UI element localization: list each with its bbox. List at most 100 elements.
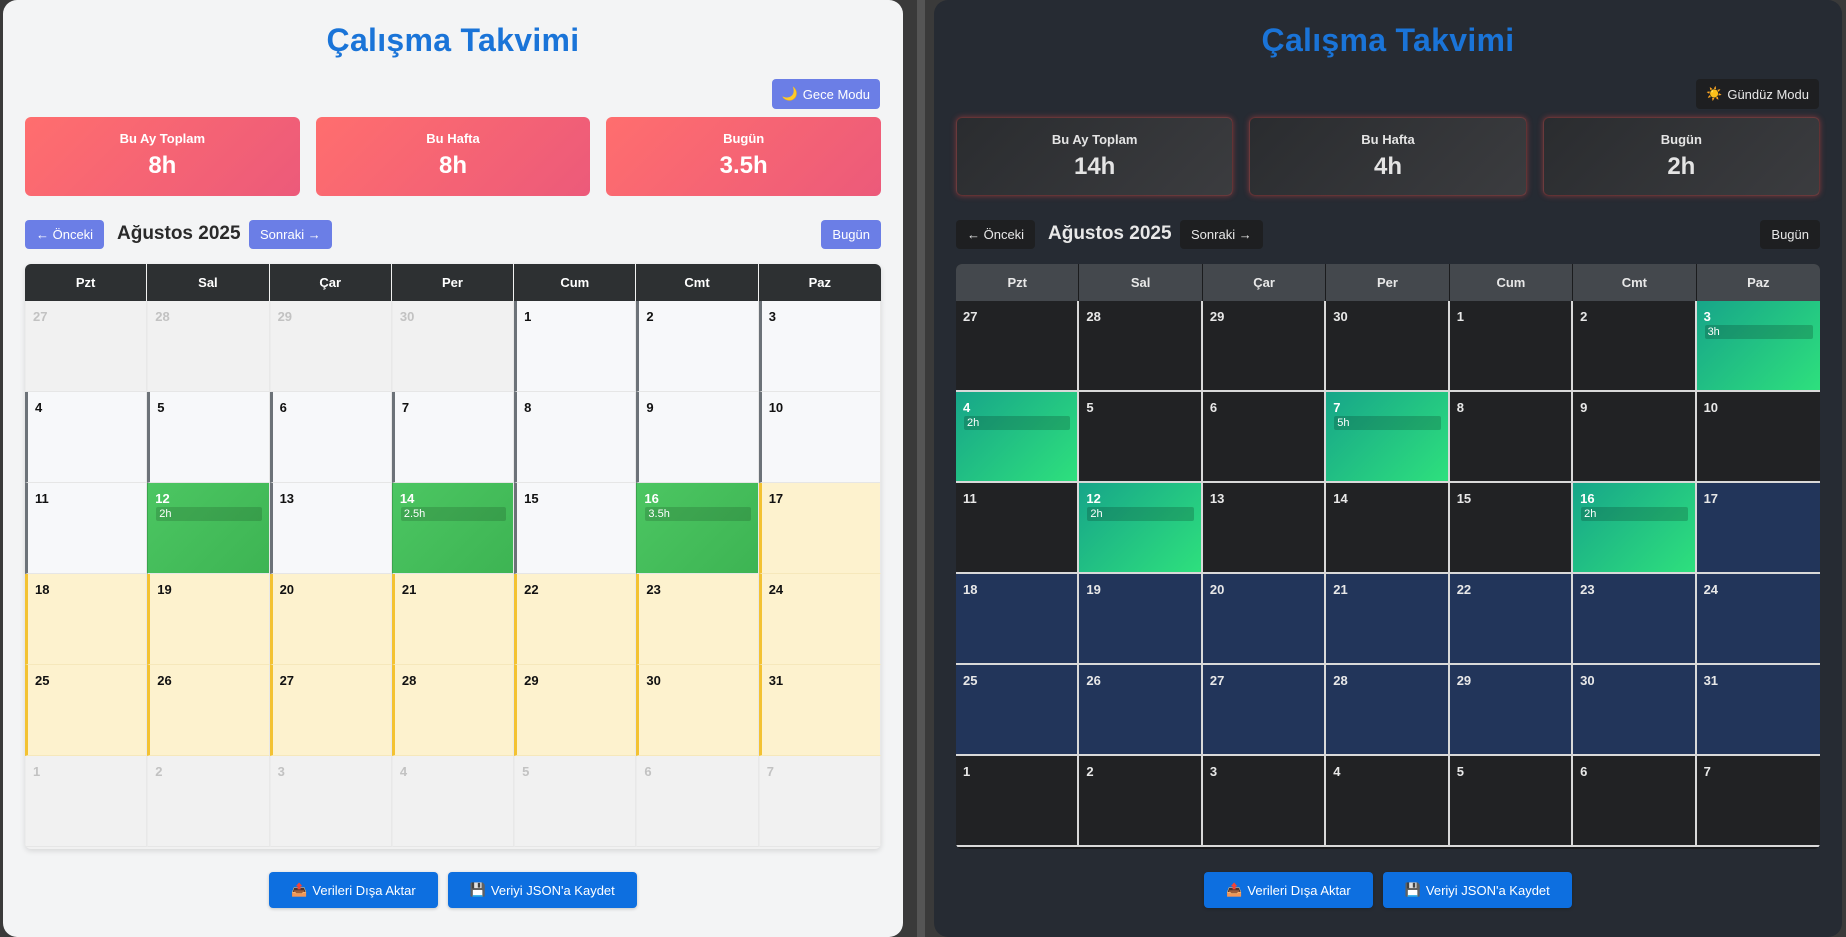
calendar-day-cell[interactable]: 3 3h <box>1696 301 1820 392</box>
calendar-day-cell[interactable]: 8 <box>1449 392 1574 483</box>
calendar-day-cell[interactable]: 13 <box>1202 483 1327 574</box>
calendar-day-cell[interactable]: 26 <box>1079 665 1203 756</box>
previous-month-button[interactable]: ← Önceki <box>956 220 1036 249</box>
night-mode-button[interactable]: 🌙 Gece Modu <box>771 79 880 109</box>
calendar-day-cell[interactable]: 6 <box>269 392 392 483</box>
calendar-day-cell[interactable]: 1 <box>25 756 148 847</box>
calendar-day-cell[interactable]: 9 <box>636 392 759 483</box>
calendar-day-cell[interactable]: 10 <box>1696 392 1820 483</box>
calendar-day-cell[interactable]: 27 <box>956 301 1080 392</box>
calendar-day-cell[interactable]: 10 <box>758 392 881 483</box>
calendar-day-cell[interactable]: 7 <box>391 392 515 483</box>
calendar-day-cell[interactable]: 5 <box>1079 392 1203 483</box>
calendar-day-cell[interactable]: 30 <box>391 301 515 392</box>
stat-label: Bugün <box>723 131 765 146</box>
calendar-day-cell[interactable]: 2 <box>1079 756 1203 847</box>
calendar-day-cell[interactable]: 20 <box>269 574 392 665</box>
calendar-day-cell[interactable]: 26 <box>147 665 270 756</box>
calendar-day-cell[interactable]: 18 <box>25 574 148 665</box>
calendar-day-cell[interactable]: 27 <box>269 665 392 756</box>
calendar-day-cell[interactable]: 1 <box>1449 301 1574 392</box>
calendar-day-cell[interactable]: 11 <box>956 483 1080 574</box>
calendar-day-cell[interactable]: 7 5h <box>1326 392 1450 483</box>
calendar-day-cell[interactable]: 31 <box>758 665 881 756</box>
calendar-day-cell[interactable]: 7 <box>758 756 881 847</box>
save-json-button[interactable]: 💾 Veriyi JSON'a Kaydet <box>447 872 637 908</box>
calendar-day-cell[interactable]: 12 2h <box>1079 483 1203 574</box>
calendar-day-cell[interactable]: 2 <box>636 301 759 392</box>
calendar-day-cell[interactable]: 3 <box>1202 756 1327 847</box>
calendar-day-cell[interactable]: 6 <box>1573 756 1697 847</box>
calendar-day-cell[interactable]: 23 <box>1573 574 1697 665</box>
calendar-day-cell[interactable]: 15 <box>514 483 637 574</box>
calendar-day-cell[interactable]: 16 2h <box>1573 483 1697 574</box>
calendar: Pzt Sal Çar Per Cum Cmt Paz 27 28 29 30 1 2 3 4… <box>25 264 881 849</box>
today-button[interactable]: Bugün <box>1760 220 1820 249</box>
calendar-day-cell[interactable]: 17 <box>1696 483 1820 574</box>
calendar-day-cell[interactable]: 12 2h <box>147 483 270 574</box>
calendar-day-cell[interactable]: 29 <box>269 301 392 392</box>
calendar-day-cell[interactable]: 4 <box>391 756 515 847</box>
calendar-day-cell[interactable]: 22 <box>1449 574 1574 665</box>
calendar-day-cell[interactable]: 6 <box>1202 392 1327 483</box>
calendar-day-cell[interactable]: 21 <box>391 574 515 665</box>
calendar-day-cell[interactable]: 19 <box>1079 574 1203 665</box>
calendar-day-cell[interactable]: 18 <box>956 574 1080 665</box>
calendar-day-cell[interactable]: 16 3.5h <box>636 483 759 574</box>
calendar-day-cell[interactable]: 28 <box>1326 665 1450 756</box>
calendar-day-cell[interactable]: 1 <box>956 756 1080 847</box>
day-mode-button[interactable]: ☀️ Gündüz Modu <box>1696 79 1819 109</box>
next-month-button[interactable]: Sonraki → <box>1180 220 1263 249</box>
calendar-day-cell[interactable]: 29 <box>1202 301 1327 392</box>
calendar-day-cell[interactable]: 27 <box>25 301 148 392</box>
calendar-day-cell[interactable]: 11 <box>25 483 148 574</box>
calendar-day-cell[interactable]: 7 <box>1696 756 1820 847</box>
calendar-day-cell[interactable]: 20 <box>1202 574 1327 665</box>
previous-month-button[interactable]: ← Önceki <box>25 220 105 249</box>
calendar-day-cell[interactable]: 22 <box>514 574 637 665</box>
calendar-day-cell[interactable]: 17 <box>758 483 881 574</box>
calendar-day-cell[interactable]: 9 <box>1573 392 1697 483</box>
save-json-button[interactable]: 💾 Veriyi JSON'a Kaydet <box>1382 872 1572 908</box>
calendar-day-cell[interactable]: 23 <box>636 574 759 665</box>
export-data-button[interactable]: 📤 Verileri Dışa Aktar <box>269 872 438 908</box>
outbox-icon: 📤 <box>1226 882 1243 897</box>
calendar-day-cell[interactable]: 5 <box>1449 756 1574 847</box>
calendar-day-cell[interactable]: 14 <box>1326 483 1450 574</box>
calendar-day-cell[interactable]: 25 <box>25 665 148 756</box>
calendar-day-cell[interactable]: 31 <box>1696 665 1820 756</box>
calendar-day-cell[interactable]: 27 <box>1202 665 1327 756</box>
calendar-day-cell[interactable]: 30 <box>1573 665 1697 756</box>
calendar-day-cell[interactable]: 3 <box>758 301 881 392</box>
calendar-day-cell[interactable]: 2 <box>147 756 270 847</box>
export-data-button[interactable]: 📤 Verileri Dışa Aktar <box>1204 872 1373 908</box>
calendar-day-cell[interactable]: 5 <box>514 756 637 847</box>
calendar-day-cell[interactable]: 4 <box>1326 756 1450 847</box>
calendar-day-cell[interactable]: 29 <box>1449 665 1574 756</box>
calendar-day-cell[interactable]: 24 <box>758 574 881 665</box>
calendar-day-cell[interactable]: 21 <box>1326 574 1450 665</box>
calendar-day-cell[interactable]: 30 <box>636 665 759 756</box>
calendar-day-cell[interactable]: 19 <box>147 574 270 665</box>
stats-row: Bu Ay Toplam 8h Bu Hafta 8h Bugün 3.5h <box>25 117 882 196</box>
calendar-day-cell[interactable]: 15 <box>1449 483 1574 574</box>
calendar-day-cell[interactable]: 24 <box>1696 574 1820 665</box>
calendar-day-cell[interactable]: 1 <box>514 301 637 392</box>
calendar-day-cell[interactable]: 25 <box>956 665 1080 756</box>
calendar-day-cell[interactable]: 8 <box>514 392 637 483</box>
calendar-day-cell[interactable]: 13 <box>269 483 392 574</box>
calendar-day-cell[interactable]: 2 <box>1573 301 1697 392</box>
calendar-day-cell[interactable]: 30 <box>1326 301 1450 392</box>
calendar-day-cell[interactable]: 29 <box>514 665 637 756</box>
calendar-day-cell[interactable]: 3 <box>269 756 392 847</box>
calendar-day-cell[interactable]: 6 <box>636 756 759 847</box>
calendar-day-cell[interactable]: 28 <box>1079 301 1203 392</box>
calendar-day-cell[interactable]: 4 2h <box>956 392 1080 483</box>
next-month-button[interactable]: Sonraki → <box>249 220 332 249</box>
today-button[interactable]: Bugün <box>821 220 881 249</box>
calendar-day-cell[interactable]: 28 <box>147 301 270 392</box>
calendar-day-cell[interactable]: 5 <box>147 392 270 483</box>
calendar-day-cell[interactable]: 28 <box>391 665 515 756</box>
calendar-day-cell[interactable]: 14 2.5h <box>391 483 515 574</box>
calendar-day-cell[interactable]: 4 <box>25 392 148 483</box>
